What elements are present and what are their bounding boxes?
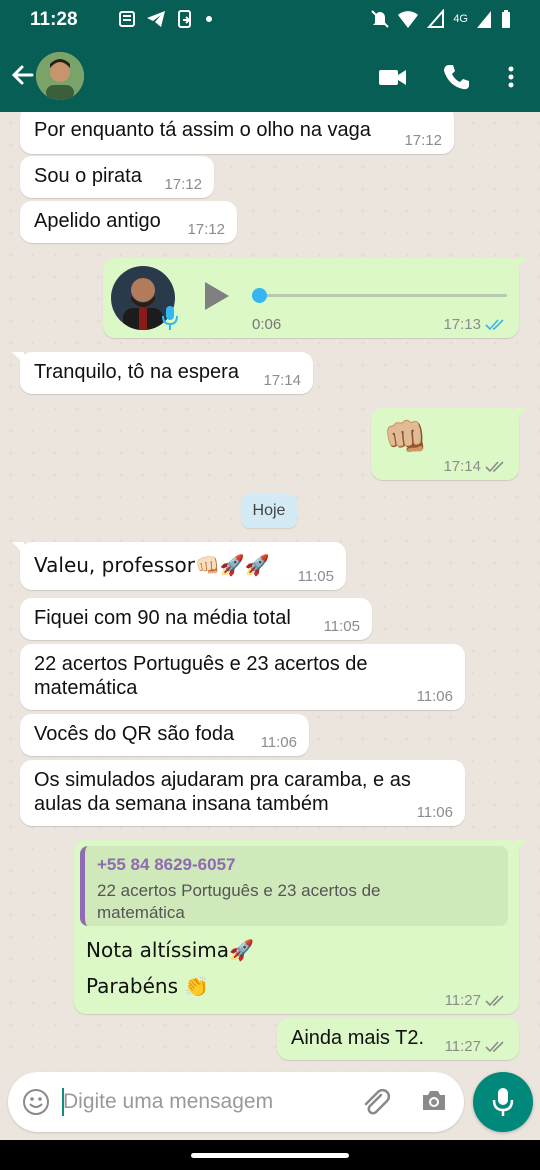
news-icon (119, 11, 135, 27)
status-bar: 11:28 4G (0, 0, 540, 40)
quoted-text-line-2: matemática (97, 903, 185, 922)
message-time: 17:14 (443, 458, 481, 475)
message-time: 17:12 (187, 221, 225, 238)
date-divider: Hoje (241, 494, 297, 528)
more-options-icon[interactable] (496, 62, 526, 92)
quoted-text-line-1: 22 acertos Português e 23 acertos de (97, 881, 381, 900)
incoming-message[interactable]: Vocês do QR são foda 11:06 (20, 714, 309, 756)
message-emoji: 👊🏼 (383, 417, 428, 458)
camera-icon[interactable] (420, 1087, 448, 1115)
battery-icon (502, 10, 510, 28)
chat-header (0, 40, 540, 112)
message-time: 11:06 (416, 804, 453, 821)
voice-mic-icon (162, 306, 178, 330)
voice-progress-track[interactable] (253, 294, 507, 297)
incoming-message[interactable]: Por enquanto tá assim o olho na vaga 17:… (20, 112, 454, 154)
message-text-line-1: Os simulados ajudaram pra caramba, e as (34, 769, 411, 791)
home-gesture-bar[interactable] (191, 1153, 349, 1158)
outgoing-message[interactable]: Ainda mais T2. 11:27 (277, 1018, 519, 1060)
read-receipt-icon (485, 318, 504, 330)
message-composer[interactable]: Digite uma mensagem (8, 1072, 464, 1132)
wifi-icon (398, 11, 419, 28)
message-text-line-1: 22 acertos Português e 23 acertos de (34, 653, 368, 675)
message-text-line-2: matemática (34, 677, 138, 699)
dot-icon (206, 16, 212, 22)
incoming-message[interactable]: Os simulados ajudaram pra caramba, e as … (20, 760, 465, 826)
message-list[interactable]: Por enquanto tá assim o olho na vaga 17:… (0, 112, 540, 1068)
quoted-sender: +55 84 8629-6057 (97, 855, 236, 874)
message-text: Valeu, professor👊🏻🚀🚀 (34, 553, 270, 577)
incoming-message[interactable]: Apelido antigo 17:12 (20, 201, 237, 243)
status-time: 11:28 (30, 9, 78, 30)
message-time: 11:05 (297, 568, 334, 585)
mute-icon (371, 10, 390, 28)
message-time: 11:27 (444, 992, 481, 1009)
system-nav-bar (0, 1140, 540, 1170)
message-text: Apelido antigo (34, 210, 161, 232)
voice-duration: 0:06 (252, 316, 282, 333)
message-text-line-2: Parabéns 👏 (86, 974, 210, 998)
message-time: 17:12 (404, 132, 442, 149)
outgoing-reply-message[interactable]: +55 84 8629-6057 22 acertos Português e … (74, 840, 527, 1014)
message-text: Sou o pirata (34, 165, 142, 187)
outgoing-voice-message[interactable]: 0:06 17:13 (103, 258, 527, 338)
message-time: 11:27 (444, 1038, 481, 1055)
signal-icon (427, 9, 445, 28)
emoji-icon[interactable] (22, 1088, 50, 1116)
incoming-message[interactable]: 22 acertos Português e 23 acertos de mat… (20, 644, 465, 710)
voice-progress-handle[interactable] (252, 288, 267, 303)
message-time: 17:12 (164, 176, 202, 193)
message-time: 17:14 (263, 372, 301, 389)
delivered-receipt-icon (485, 1040, 504, 1052)
back-arrow-icon[interactable] (8, 62, 36, 90)
voice-call-icon[interactable] (441, 62, 471, 92)
message-time: 11:06 (416, 688, 453, 705)
mic-icon (492, 1088, 514, 1116)
message-text: Vocês do QR são foda (34, 723, 235, 745)
network-type-label: 4G (453, 13, 468, 25)
outgoing-message[interactable]: 👊🏼 17:14 (371, 408, 527, 480)
message-time: 17:13 (443, 316, 481, 333)
contact-avatar[interactable] (36, 52, 84, 100)
delivered-receipt-icon (485, 994, 504, 1006)
message-text-line-1: Nota altíssima🚀 (86, 938, 254, 962)
video-call-icon[interactable] (378, 62, 408, 92)
telegram-icon (147, 11, 165, 27)
incoming-message[interactable]: Fiquei com 90 na média total 11:05 (20, 598, 372, 640)
message-text-line-2: aulas da semana insana também (34, 793, 329, 815)
delivered-receipt-icon (485, 460, 504, 472)
screen-share-icon (178, 10, 191, 28)
incoming-message[interactable]: Sou o pirata 17:12 (20, 156, 214, 198)
incoming-message[interactable]: Tranquilo, tô na espera 17:14 (12, 352, 313, 394)
signal-strength-icon (477, 11, 491, 28)
message-text: Ainda mais T2. (291, 1027, 425, 1049)
message-text: Por enquanto tá assim o olho na vaga (34, 119, 371, 141)
message-input[interactable]: Digite uma mensagem (63, 1090, 273, 1114)
quoted-message[interactable]: +55 84 8629-6057 22 acertos Português e … (80, 846, 508, 926)
incoming-message[interactable]: Valeu, professor👊🏻🚀🚀 11:05 (12, 542, 346, 590)
mic-button[interactable] (473, 1072, 533, 1132)
message-text: Tranquilo, tô na espera (34, 361, 239, 383)
contact-photo (36, 52, 84, 100)
message-time: 11:05 (323, 618, 360, 635)
message-text: Fiquei com 90 na média total (34, 607, 291, 629)
attach-icon[interactable] (360, 1086, 392, 1118)
play-icon[interactable] (202, 280, 232, 312)
message-time: 11:06 (260, 734, 297, 751)
